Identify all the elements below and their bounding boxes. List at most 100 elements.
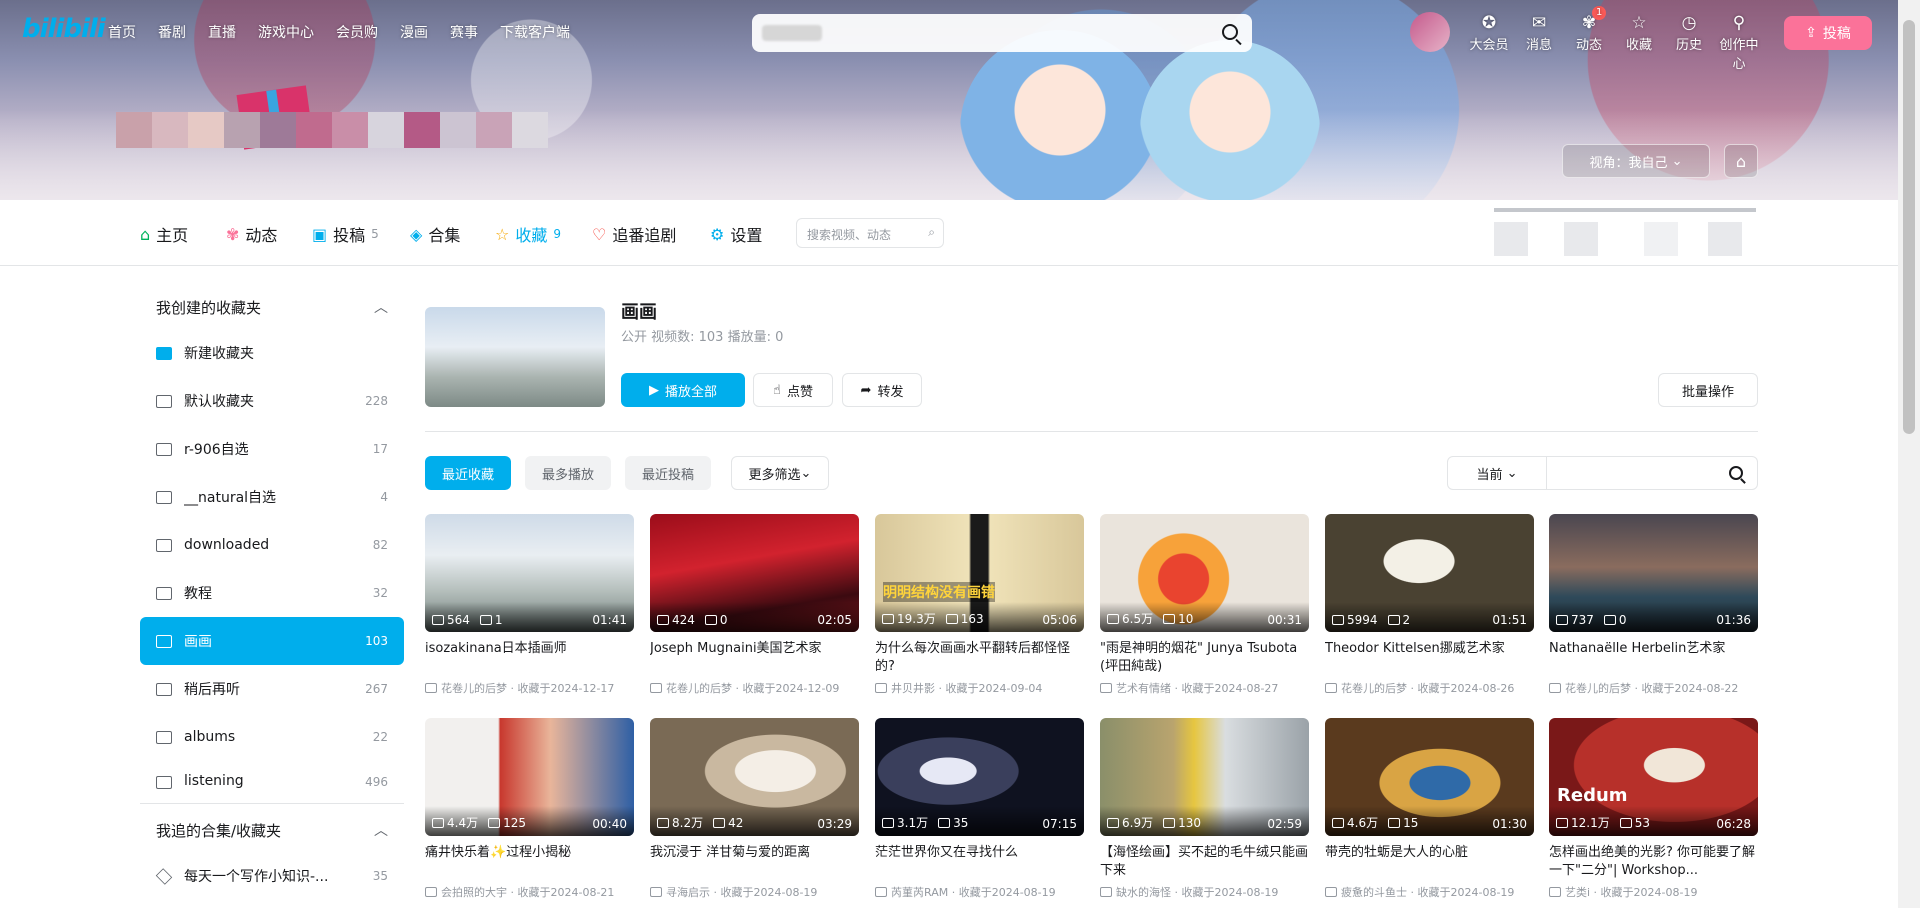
creator-center-button[interactable]: ⚲ 创作中心: [1714, 12, 1764, 72]
folder-item-active[interactable]: 画画 103: [140, 617, 404, 665]
folder-icon: [156, 634, 172, 648]
view-perspective-dropdown[interactable]: 视角：我自己 ⌄: [1562, 144, 1710, 178]
folder-item[interactable]: 稍后再听 267: [140, 665, 404, 713]
history-button[interactable]: ◷ 历史: [1664, 12, 1714, 72]
video-thumbnail[interactable]: 424 0 02:05: [650, 514, 859, 632]
folder-item[interactable]: downloaded 82: [140, 521, 404, 569]
nav-home[interactable]: 首页: [108, 22, 136, 42]
video-card[interactable]: 明明结构没有画错 19.3万 163 05:06 为什么每次画画水平翻转后都怪怪的? …: [875, 514, 1084, 696]
nav-download-client[interactable]: 下载客户端: [500, 22, 570, 42]
video-card[interactable]: 4.4万 125 00:40 痛井快乐着✨过程小揭秘 会拍照的大宇 · 收藏于202…: [425, 718, 634, 900]
danmaku-icon: [945, 613, 958, 624]
dynamics-button[interactable]: ✾ 1 动态: [1564, 6, 1614, 72]
video-thumbnail[interactable]: 4.4万 125 00:40: [425, 718, 634, 836]
play-all-button[interactable]: ▶ 播放全部: [621, 373, 745, 407]
tab-uploads[interactable]: ▣ 投稿 5: [312, 222, 379, 246]
followed-folder-item[interactable]: 每天一个写作小知识-... 35: [140, 852, 404, 900]
search-icon[interactable]: [1222, 24, 1238, 40]
avatar[interactable]: [1410, 12, 1450, 52]
sort-recent-uploaded[interactable]: 最近投稿: [625, 456, 711, 490]
like-button[interactable]: ☝ 点赞: [753, 373, 833, 407]
search-icon[interactable]: ⌕: [928, 225, 935, 240]
video-thumbnail[interactable]: 3.1万 35 07:15: [875, 718, 1084, 836]
video-title[interactable]: 痛井快乐着✨过程小揭秘: [425, 844, 634, 880]
nav-manga[interactable]: 漫画: [400, 22, 428, 42]
top-search-bar[interactable]: [752, 14, 1252, 52]
nav-mall[interactable]: 会员购: [336, 22, 378, 42]
video-card[interactable]: 5994 2 01:51 Theodor Kittelsen挪威艺术家 花卷儿的后梦…: [1325, 514, 1534, 696]
bilibili-logo[interactable]: bilibili: [22, 14, 106, 44]
nav-game-center[interactable]: 游戏中心: [258, 22, 314, 42]
sort-most-played[interactable]: 最多播放: [525, 456, 611, 490]
share-button[interactable]: ➦ 转发: [842, 373, 922, 407]
search-scope-dropdown[interactable]: 当前 ⌄: [1447, 456, 1547, 490]
folder-search-input[interactable]: [1547, 456, 1758, 490]
video-card[interactable]: 4.6万 15 01:30 带壳的牡蛎是大人的心脏 疲惫的斗鱼士 · 收藏于2024…: [1325, 718, 1534, 900]
vip-button[interactable]: ✪ 大会员: [1464, 12, 1514, 72]
search-icon[interactable]: [1729, 466, 1743, 480]
share-icon: ➦: [860, 382, 872, 398]
video-card[interactable]: 3.1万 35 07:15 茫茫世界你又在寻找什么 芮菫芮RAM · 收藏于2024…: [875, 718, 1084, 900]
video-title[interactable]: 茫茫世界你又在寻找什么: [875, 844, 1084, 880]
sort-recent-favorited[interactable]: 最近收藏: [425, 456, 511, 490]
tab-home[interactable]: ⌂ 主页: [140, 222, 188, 246]
play-count-icon: [1332, 818, 1344, 828]
folder-item[interactable]: r-906自选 17: [140, 425, 404, 473]
divider: [425, 431, 1758, 432]
video-title[interactable]: 怎样画出绝美的光影? 你可能要了解一下"二分"| Workshop...: [1549, 844, 1758, 880]
tab-following-series[interactable]: ♡ 追番追剧: [592, 222, 676, 246]
video-title[interactable]: 我沉浸于 洋甘菊与爱的距离: [650, 844, 859, 880]
nav-esports[interactable]: 赛事: [450, 22, 478, 42]
messages-button[interactable]: ✉ 消息: [1514, 12, 1564, 72]
video-thumbnail[interactable]: Redum 12.1万 53 06:28: [1549, 718, 1758, 836]
new-folder-button[interactable]: 新建收藏夹: [140, 329, 404, 377]
video-thumbnail[interactable]: 8.2万 42 03:29: [650, 718, 859, 836]
video-card[interactable]: 6.9万 130 02:59 【海怪绘画】买不起的毛牛绒只能画下来 缺水的海怪 · …: [1100, 718, 1309, 900]
folder-item[interactable]: 教程 32: [140, 569, 404, 617]
folder-item[interactable]: __natural自选 4: [140, 473, 404, 521]
video-thumbnail[interactable]: 737 0 01:36: [1549, 514, 1758, 632]
upload-button[interactable]: ⇪ 投稿: [1784, 16, 1872, 50]
video-card[interactable]: 737 0 01:36 Nathanaëlle Herbelin艺术家 花卷儿的后梦…: [1549, 514, 1758, 696]
dress-up-button[interactable]: ⌂: [1724, 144, 1758, 178]
video-title[interactable]: "雨是神明的烟花" Junya Tsubota (坪田純哉): [1100, 640, 1309, 676]
video-title[interactable]: 【海怪绘画】买不起的毛牛绒只能画下来: [1100, 844, 1309, 880]
video-card[interactable]: 424 0 02:05 Joseph Mugnaini美国艺术家 花卷儿的后梦 · …: [650, 514, 859, 696]
video-thumbnail[interactable]: 5994 2 01:51: [1325, 514, 1534, 632]
video-card[interactable]: Redum 12.1万 53 06:28 怎样画出绝美的光影? 你可能要了解一下"二分…: [1549, 718, 1758, 900]
tab-settings[interactable]: ⚙ 设置: [710, 222, 762, 246]
chevron-up-icon[interactable]: ︿: [374, 820, 388, 840]
favorites-button[interactable]: ☆ 收藏: [1614, 12, 1664, 72]
home-icon: ⌂: [140, 224, 151, 244]
video-card[interactable]: 6.5万 10 00:31 "雨是神明的烟花" Junya Tsubota (坪田純…: [1100, 514, 1309, 696]
video-title[interactable]: Theodor Kittelsen挪威艺术家: [1325, 640, 1534, 676]
space-search-input[interactable]: 搜索视频、动态 ⌕: [796, 218, 944, 248]
video-title[interactable]: isozakinana日本插画师: [425, 640, 634, 676]
video-title[interactable]: Nathanaëlle Herbelin艺术家: [1549, 640, 1758, 676]
chevron-up-icon[interactable]: ︿: [374, 297, 388, 317]
video-title[interactable]: 带壳的牡蛎是大人的心脏: [1325, 844, 1534, 880]
folder-item[interactable]: listening 496: [140, 761, 404, 789]
page-scrollbar[interactable]: [1898, 0, 1920, 908]
nav-bangumi[interactable]: 番剧: [158, 22, 186, 42]
nav-live[interactable]: 直播: [208, 22, 236, 42]
video-card[interactable]: 564 1 01:41 isozakinana日本插画师 花卷儿的后梦 · 收藏于2…: [425, 514, 634, 696]
created-folders-header[interactable]: 我创建的收藏夹 ︿: [140, 285, 404, 329]
video-title[interactable]: Joseph Mugnaini美国艺术家: [650, 640, 859, 676]
folder-item[interactable]: 默认收藏夹 228: [140, 377, 404, 425]
folder-item[interactable]: albums 22: [140, 713, 404, 761]
video-thumbnail[interactable]: 明明结构没有画错 19.3万 163 05:06: [875, 514, 1084, 632]
scrollbar-thumb[interactable]: [1903, 20, 1915, 434]
tab-dynamic[interactable]: ✾ 动态: [226, 222, 277, 246]
video-thumbnail[interactable]: 4.6万 15 01:30: [1325, 718, 1534, 836]
more-filters-dropdown[interactable]: 更多筛选 ⌄: [731, 456, 829, 490]
video-thumbnail[interactable]: 564 1 01:41: [425, 514, 634, 632]
video-thumbnail[interactable]: 6.9万 130 02:59: [1100, 718, 1309, 836]
video-card[interactable]: 8.2万 42 03:29 我沉浸于 洋甘菊与爱的距离 寻海启示 · 收藏于2024…: [650, 718, 859, 900]
followed-folders-header[interactable]: 我追的合集/收藏夹 ︿: [140, 808, 404, 852]
video-title[interactable]: 为什么每次画画水平翻转后都怪怪的?: [875, 640, 1084, 676]
batch-operation-button[interactable]: 批量操作: [1658, 373, 1758, 407]
tab-collections[interactable]: ◈ 合集: [410, 222, 460, 246]
tab-favorites[interactable]: ☆ 收藏 9: [495, 222, 561, 246]
video-thumbnail[interactable]: 6.5万 10 00:31: [1100, 514, 1309, 632]
